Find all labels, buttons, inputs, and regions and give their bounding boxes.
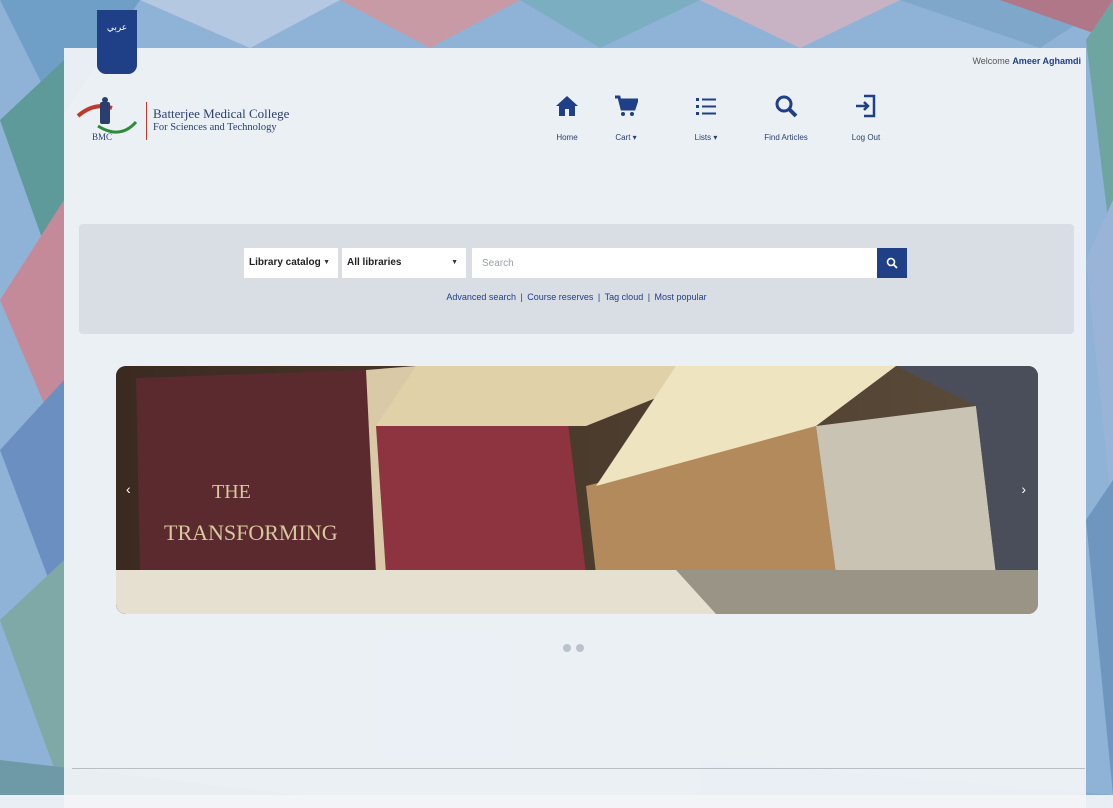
user-link[interactable]: Ameer Aghamdi (1012, 56, 1081, 66)
logo-title: Batterjee Medical College (153, 106, 290, 121)
tag-cloud-link[interactable]: Tag cloud (605, 292, 644, 302)
catalog-select-value: Library catalog (249, 257, 321, 268)
carousel-next-button[interactable]: › (1021, 481, 1026, 497)
carousel-prev-button[interactable]: ‹ (126, 481, 131, 497)
footer-divider (72, 768, 1085, 769)
cart-icon (586, 93, 666, 119)
chevron-down-icon: ▼ (323, 259, 330, 266)
search-input[interactable] (472, 248, 877, 278)
logo-subtitle: For Sciences and Technology (153, 122, 277, 133)
nav-home[interactable]: Home (548, 93, 586, 142)
logo-badge: BMC (92, 132, 113, 142)
welcome-text: Welcome Ameer Aghamdi (972, 56, 1081, 66)
language-tab[interactable]: عربي (97, 10, 137, 74)
nav-logout-label: Log Out (851, 133, 881, 142)
nav-cart[interactable]: Cart ▾ (586, 93, 666, 142)
carousel-dot[interactable] (563, 644, 571, 652)
home-icon (548, 93, 586, 119)
welcome-prefix: Welcome (972, 56, 1010, 66)
nav-lists-label: Lists ▾ (694, 133, 718, 142)
library-select-value: All libraries (347, 257, 402, 268)
carousel-text-2: TRANSFORMING (164, 520, 338, 545)
carousel-text-1: THE (212, 481, 251, 503)
course-reserves-link[interactable]: Course reserves (527, 292, 593, 302)
catalog-select[interactable]: Library catalog ▼ (244, 248, 338, 278)
search-icon (746, 93, 826, 119)
carousel-dot[interactable] (576, 644, 584, 652)
nav-lists[interactable]: Lists ▾ (666, 93, 746, 142)
chevron-down-icon: ▼ (451, 259, 458, 266)
most-popular-link[interactable]: Most popular (655, 292, 707, 302)
books-image: THE TRANSFORMING (116, 366, 1038, 614)
image-carousel: THE TRANSFORMING ‹ › (116, 366, 1038, 614)
logo-text: Batterjee Medical College For Sciences a… (153, 107, 289, 135)
nav-find-articles[interactable]: Find Articles (746, 93, 826, 142)
nav-home-label: Home (556, 133, 578, 142)
list-icon (666, 93, 746, 119)
search-button[interactable] (877, 248, 907, 278)
search-links: Advanced search | Course reserves | Tag … (446, 292, 707, 302)
advanced-search-link[interactable]: Advanced search (446, 292, 516, 302)
nav-find-articles-label: Find Articles (764, 133, 808, 142)
logo-emblem-icon: BMC (74, 96, 140, 146)
carousel-indicators (563, 644, 584, 652)
search-panel: Library catalog ▼ All libraries ▼ Advanc… (79, 224, 1074, 334)
nav-cart-label: Cart ▾ (615, 133, 637, 142)
library-select[interactable]: All libraries ▼ (342, 248, 466, 278)
nav-logout[interactable]: Log Out (826, 93, 906, 142)
search-icon (886, 257, 898, 269)
main-nav: Home Cart ▾ Lists ▾ Find Articles Log Ou… (548, 93, 906, 142)
logout-icon (826, 93, 906, 119)
college-logo[interactable]: BMC Batterjee Medical College For Scienc… (74, 96, 289, 146)
logo-divider (146, 102, 147, 140)
